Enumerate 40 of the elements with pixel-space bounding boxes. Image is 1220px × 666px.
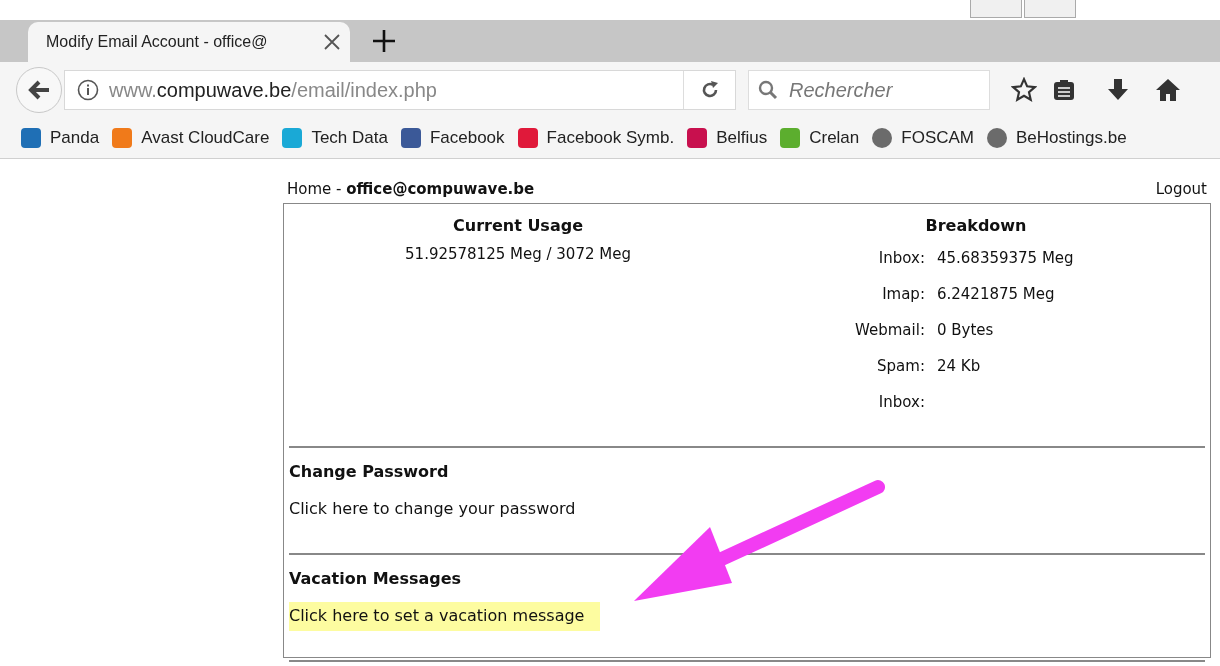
breakdown-label: Inbox: <box>877 249 925 269</box>
breakdown-label: Imap: <box>881 285 925 305</box>
breakdown-label: Webmail: <box>855 321 925 341</box>
bookmark-link[interactable]: Facebook Symb. <box>516 127 675 149</box>
breakdown-value: 45.68359375 Meg <box>936 249 1075 269</box>
bookmark-link[interactable]: Panda <box>20 127 100 149</box>
bookmark-link[interactable]: FOSCAM <box>871 127 974 149</box>
breakdown-value: 6.2421875 Meg <box>936 285 1056 305</box>
bookmark-link[interactable]: Crelan <box>779 127 860 149</box>
section-link[interactable]: Click here to change your password <box>289 495 592 524</box>
bookmark-link[interactable]: Tech Data <box>281 127 388 149</box>
bookmark-link[interactable]: BeHostings.be <box>986 127 1127 149</box>
breakdown-value: 24 Kb <box>936 357 982 377</box>
breakdown-label: Inbox: <box>877 393 925 413</box>
star-icon <box>1011 77 1037 103</box>
bookmark-link[interactable]: Belfius <box>686 127 768 149</box>
section-heading: Vacation Messages <box>289 569 463 588</box>
breakdown-label: Spam: <box>876 357 925 377</box>
usage-heading: Current Usage <box>453 216 583 235</box>
back-arrow-icon <box>27 79 51 101</box>
clipboard-icon <box>1053 79 1075 101</box>
address-field[interactable]: www.compuwave.be/email/index.php <box>64 70 736 110</box>
section-link[interactable]: Click here to set a vacation message <box>289 602 601 631</box>
home-link[interactable]: Home <box>287 180 332 198</box>
bookmark-link[interactable]: Avast CloudCare <box>111 127 270 149</box>
breakdown-heading: Breakdown <box>925 216 1027 235</box>
breakdown-value: 0 Bytes <box>936 321 995 341</box>
usage-value: 51.92578125 Meg / 3072 Meg <box>405 245 631 263</box>
browser-tab[interactable]: Modify Email Account - office@ <box>28 22 350 62</box>
breadcrumb: Home - office@compuwave.be <box>287 180 535 198</box>
bookmark-link[interactable]: Facebook <box>399 127 505 149</box>
logout-link[interactable]: Logout <box>1155 180 1207 198</box>
close-icon[interactable] <box>322 32 342 52</box>
download-icon <box>1107 78 1129 102</box>
section-heading: Change Password <box>289 462 450 481</box>
plus-icon[interactable] <box>372 29 396 53</box>
info-icon <box>77 79 99 101</box>
search-field[interactable]: Rechercher <box>748 70 990 110</box>
back-button[interactable] <box>16 67 62 113</box>
home-icon <box>1155 78 1181 102</box>
